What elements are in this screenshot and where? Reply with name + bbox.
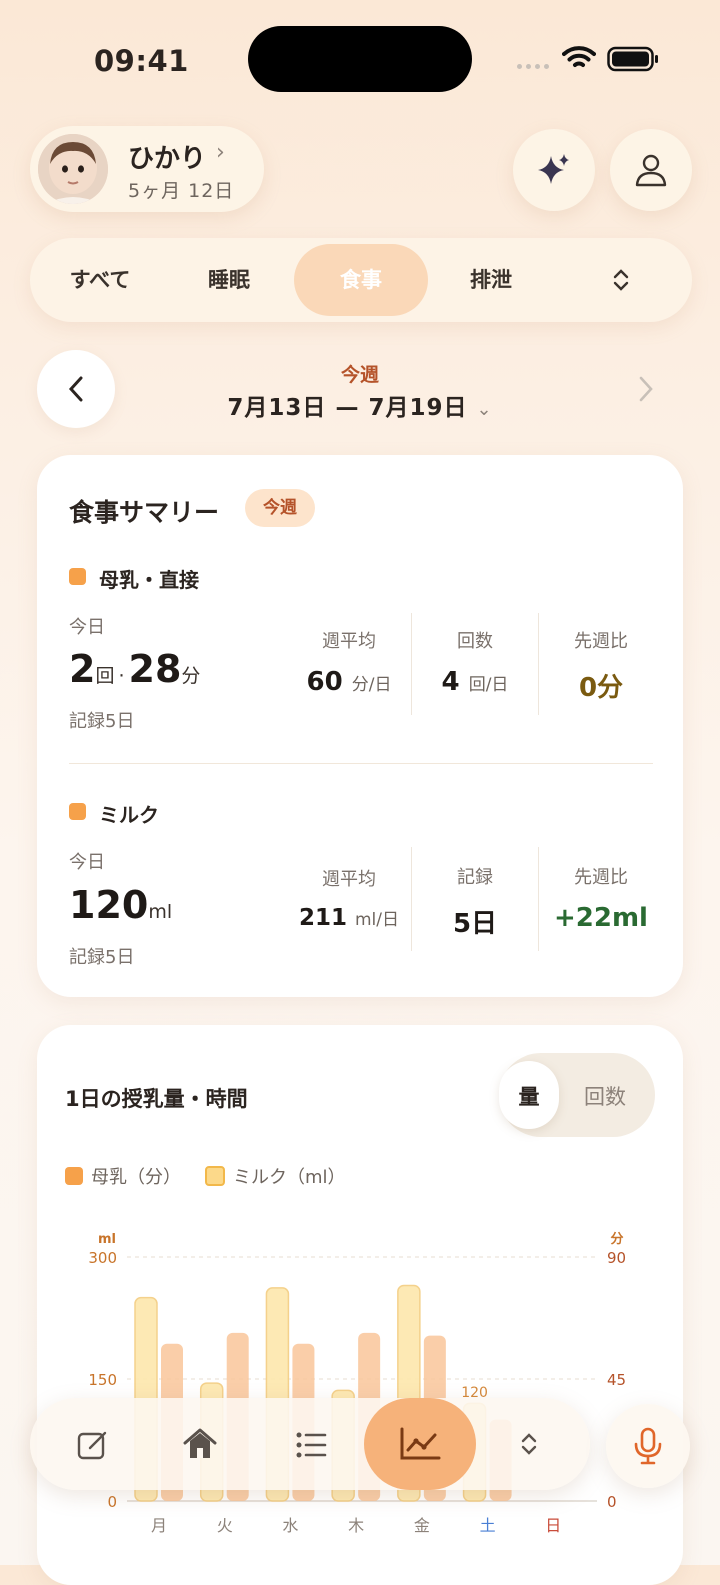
legend-milk: ミルク（ml）: [205, 1163, 346, 1189]
legend-swatch: [205, 1166, 225, 1186]
left-tick-label: 0: [107, 1493, 117, 1511]
x-tick-label: 月: [151, 1516, 167, 1535]
breast-record: 記録5日: [69, 711, 135, 732]
home-icon[interactable]: [182, 1426, 218, 1462]
milk-color-swatch: [69, 803, 86, 820]
signal-icon: [517, 64, 549, 69]
milk-section-title: ミルク: [99, 803, 159, 827]
x-tick-label: 水: [282, 1516, 298, 1535]
x-tick-label: 日: [545, 1516, 561, 1535]
tab-all[interactable]: すべて: [30, 238, 170, 322]
expand-icon[interactable]: [518, 1432, 540, 1456]
legend-swatch: [65, 1167, 83, 1185]
breast-count-label: 回数: [457, 631, 493, 652]
milk-diff-value: +22ml: [554, 903, 648, 933]
expand-tabs-icon[interactable]: [610, 268, 632, 292]
week-range-text: 7月13日 — 7月19日: [227, 395, 468, 421]
section-divider: [69, 763, 653, 764]
right-tick-label: 90: [607, 1249, 626, 1267]
breast-count-value: 4 回/日: [441, 667, 509, 697]
account-button[interactable]: [610, 129, 692, 211]
avatar: [38, 134, 108, 204]
legend-breast: 母乳（分）: [65, 1163, 181, 1189]
baby-age: 5ヶ月 12日: [128, 180, 235, 202]
left-tick-label: 300: [88, 1249, 117, 1267]
wifi-icon: [562, 46, 596, 67]
baby-name: ひかり: [128, 144, 207, 174]
breast-avg-label: 週平均: [322, 631, 376, 652]
chart-icon[interactable]: [399, 1426, 441, 1462]
breast-diff-label: 先週比: [574, 631, 628, 652]
milk-today-label: 今日: [69, 852, 105, 873]
breast-today-value: 2回 · 28分: [69, 647, 201, 691]
milk-record: 記録5日: [69, 947, 135, 968]
chart-mode-toggle: 量 回数: [499, 1053, 655, 1137]
profile-pill[interactable]: ひかり › 5ヶ月 12日: [30, 126, 264, 212]
milk-record-value: 5日: [452, 909, 498, 939]
milk-record-label: 記録: [457, 867, 493, 888]
feeding-bar-chart: ml 分300 90150 450 0月火水木金土日120: [88, 1231, 626, 1535]
x-tick-label: 火: [217, 1516, 233, 1535]
daily-feeding-chart-card: 1日の授乳量・時間 量 回数 母乳（分） ミルク（ml） ml 分 300 90 150…: [37, 1025, 683, 1585]
week-label: 今週: [340, 364, 379, 386]
chevron-right-icon: ›: [216, 140, 225, 165]
chevron-down-icon: ⌄: [476, 399, 493, 420]
left-tick-label: 150: [88, 1371, 117, 1389]
x-tick-label: 土: [480, 1516, 496, 1535]
status-time: 09:41: [94, 44, 189, 78]
ai-sparkle-button[interactable]: [513, 129, 595, 211]
breast-today-label: 今日: [69, 617, 105, 638]
tab-sleep[interactable]: 睡眠: [162, 238, 296, 322]
summary-badge: 今週: [245, 489, 315, 527]
tab-feeding[interactable]: 食事: [294, 238, 428, 322]
breast-diff-value: 0分: [578, 673, 624, 703]
toggle-amount[interactable]: 量: [499, 1081, 559, 1111]
right-tick-label: 45: [607, 1371, 626, 1389]
milk-avg-value: 211 ml/日: [298, 905, 400, 931]
person-icon: [635, 154, 667, 187]
battery-icon: [607, 46, 658, 72]
summary-title: 食事サマリー: [69, 498, 220, 527]
list-icon[interactable]: [294, 1428, 328, 1462]
breast-color-swatch: [69, 568, 86, 585]
week-range[interactable]: 7月13日 — 7月19日 ⌄: [0, 388, 720, 422]
x-tick-label: 木: [348, 1516, 364, 1535]
category-tabs: すべて 睡眠 食事 排泄: [30, 238, 692, 322]
milk-today-value: 120ml: [69, 883, 173, 927]
voice-input-button[interactable]: [606, 1404, 690, 1488]
next-week-button[interactable]: [636, 375, 656, 403]
toggle-count[interactable]: 回数: [565, 1081, 645, 1111]
breast-section-title: 母乳・直接: [99, 568, 199, 592]
left-axis-unit: ml: [98, 1232, 116, 1247]
sparkle-icon: [538, 154, 569, 184]
bottom-tab-bar: [30, 1398, 590, 1490]
x-tick-label: 金: [414, 1516, 430, 1535]
feeding-summary-card: 食事サマリー 今週 母乳・直接 今日 2回 · 28分 記録5日 週平均 60 分/…: [37, 455, 683, 997]
tab-diaper[interactable]: 排泄: [424, 238, 558, 322]
breast-avg-value: 60 分/日: [306, 667, 392, 697]
mic-icon: [634, 1427, 662, 1465]
right-tick-label: 0: [607, 1493, 617, 1511]
edit-icon[interactable]: [76, 1428, 110, 1462]
dynamic-island: [248, 26, 472, 92]
milk-diff-label: 先週比: [574, 867, 628, 888]
right-axis-unit: 分: [610, 1231, 623, 1247]
chart-title: 1日の授乳量・時間: [65, 1087, 248, 1111]
milk-avg-label: 週平均: [322, 869, 376, 890]
